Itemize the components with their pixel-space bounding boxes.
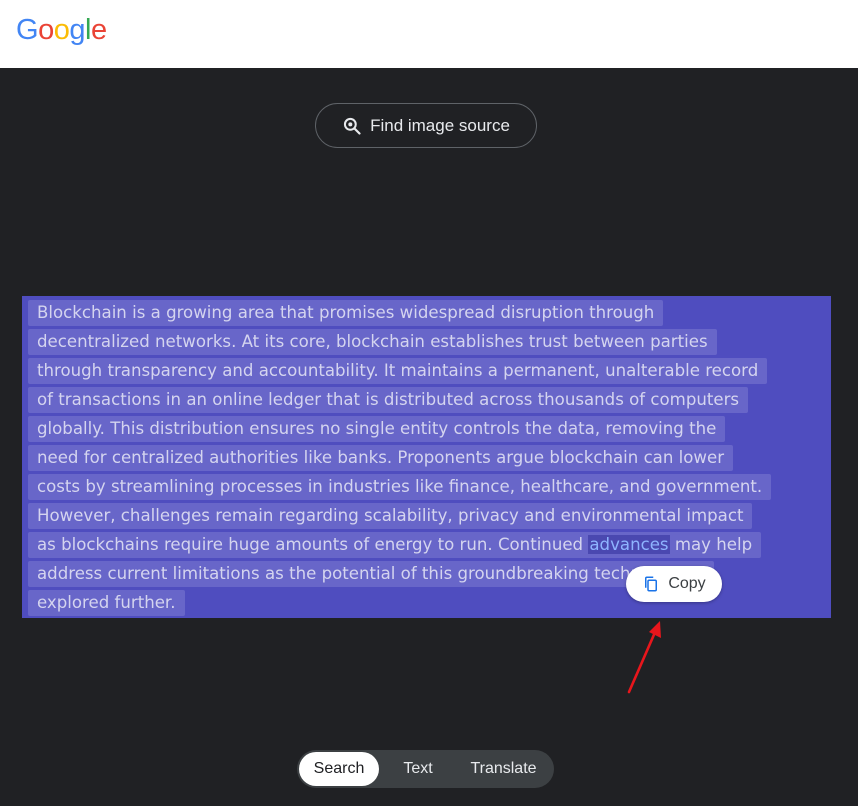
text-segment: as blockchains require huge amounts of e… xyxy=(37,535,589,554)
red-annotation-arrow xyxy=(627,621,661,694)
google-logo[interactable]: Google xyxy=(16,14,107,47)
image-viewer: Find image source Blockchain is a growin… xyxy=(0,68,858,806)
text-line[interactable]: need for centralized authorities like ba… xyxy=(28,445,771,471)
text-segment: may help xyxy=(669,535,753,554)
text-line-content: address current limitations as the poten… xyxy=(28,561,714,587)
text-line-content: as blockchains require huge amounts of e… xyxy=(28,532,762,558)
logo-letter-o1: o xyxy=(38,14,54,46)
text-line[interactable]: through transparency and accountability.… xyxy=(28,358,771,384)
copy-label: Copy xyxy=(668,575,706,592)
find-image-source-button[interactable]: Find image source xyxy=(315,103,537,148)
text-line-content: costs by streamlining processes in indus… xyxy=(28,474,772,500)
logo-letter-g2: g xyxy=(69,14,85,46)
text-line-content: of transactions in an online ledger that… xyxy=(28,387,749,413)
tab-text[interactable]: Text xyxy=(379,752,457,786)
text-line-content: decentralized networks. At its core, blo… xyxy=(28,329,717,355)
text-line-content: globally. This distribution ensures no s… xyxy=(28,416,726,442)
highlighted-word[interactable]: advances xyxy=(588,535,670,554)
text-line-content: through transparency and accountability.… xyxy=(28,358,768,384)
text-line[interactable]: decentralized networks. At its core, blo… xyxy=(28,329,771,355)
text-line-content: However, challenges remain regarding sca… xyxy=(28,503,753,529)
tab-text-label: Text xyxy=(403,760,433,777)
copy-icon xyxy=(645,576,658,592)
text-line[interactable]: Blockchain is a growing area that promis… xyxy=(28,300,771,326)
logo-letter-g: G xyxy=(16,14,39,46)
mode-tabs: Search Text Translate xyxy=(297,750,554,788)
copy-button[interactable]: Copy xyxy=(626,566,722,602)
text-line-content: explored further. xyxy=(28,590,185,616)
find-image-source-label: Find image source xyxy=(370,115,510,135)
text-line[interactable]: of transactions in an online ledger that… xyxy=(28,387,771,413)
text-line-content: Blockchain is a growing area that promis… xyxy=(28,300,664,326)
tab-search-label: Search xyxy=(313,760,365,777)
lens-search-icon xyxy=(343,117,361,135)
text-line[interactable]: costs by streamlining processes in indus… xyxy=(28,474,772,500)
text-line-content: need for centralized authorities like ba… xyxy=(28,445,734,471)
text-line[interactable]: However, challenges remain regarding sca… xyxy=(28,503,771,529)
tab-search[interactable]: Search xyxy=(299,752,379,786)
text-line[interactable]: as blockchains require huge amounts of e… xyxy=(28,532,771,558)
top-bar: Google xyxy=(0,0,861,68)
tab-translate-label: Translate xyxy=(470,760,537,777)
tab-translate[interactable]: Translate xyxy=(457,752,550,786)
logo-letter-o2: o xyxy=(53,14,70,46)
logo-letter-e: e xyxy=(90,14,107,46)
text-line[interactable]: globally. This distribution ensures no s… xyxy=(28,416,771,442)
